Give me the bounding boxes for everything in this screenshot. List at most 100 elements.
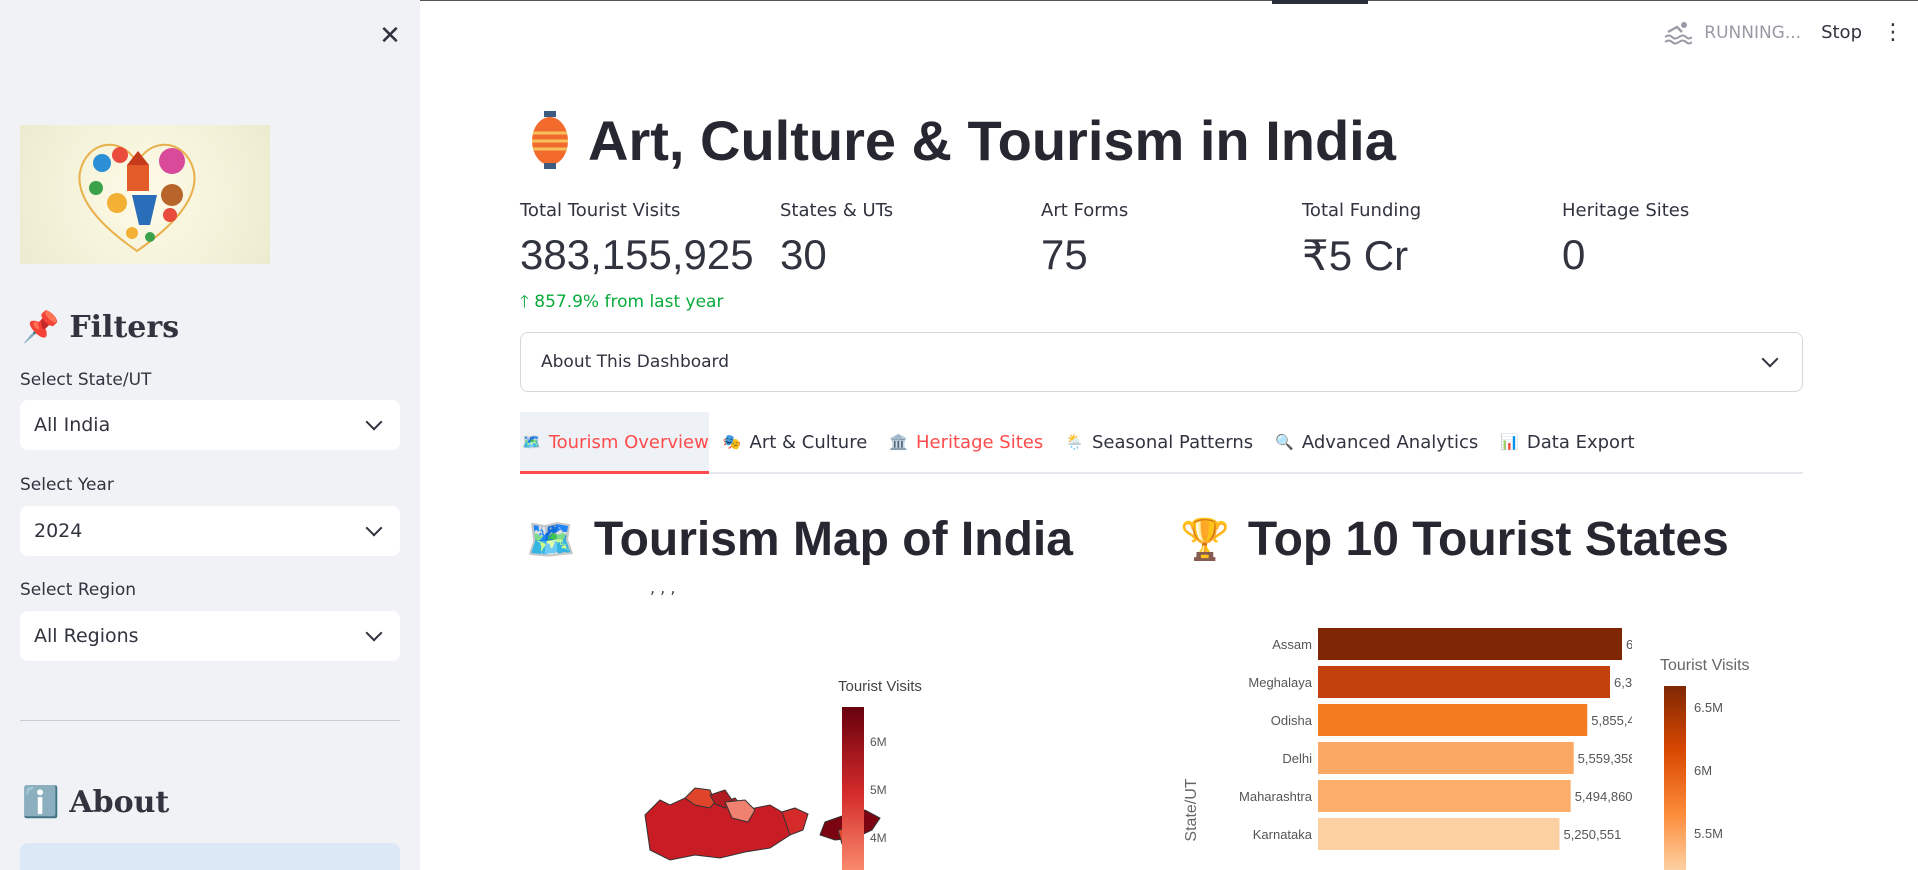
metric-label: Total Funding	[1302, 200, 1422, 221]
metric-funding: Total Funding ₹5 Cr	[1302, 200, 1421, 280]
chart-category-label: Assam	[1272, 637, 1312, 652]
metric-total-visits: Total Tourist Visits 383,155,925 🡑 857.9…	[520, 200, 754, 318]
running-status: RUNNING...	[1664, 21, 1801, 45]
chevron-down-icon	[365, 624, 383, 642]
metric-value: 0	[1562, 231, 1586, 278]
arrow-up-icon: 🡑	[520, 292, 535, 312]
stop-button[interactable]: Stop	[1821, 22, 1862, 43]
trophy-icon: 🏆	[1180, 517, 1230, 563]
chart-colorbar-tick: 5.5M	[1694, 826, 1723, 841]
year-select[interactable]: 2024	[20, 506, 400, 556]
chevron-down-icon	[365, 519, 383, 537]
chart-value-label: 6,35	[1614, 675, 1639, 690]
top-states-bar-chart[interactable]: State/UT Assam 6, Meghalaya 6,35 Odisha 5,855…	[1170, 620, 1804, 870]
metric-value: ₹5 Cr	[1302, 232, 1409, 279]
state-select[interactable]: All India	[20, 400, 400, 450]
region-select-label: Select Region	[20, 580, 137, 600]
chart-colorbar-tick: 6M	[1694, 763, 1712, 778]
metric-label: Heritage Sites	[1562, 200, 1690, 221]
chart-category-label: Maharashtra	[1239, 789, 1313, 804]
metric-label: Art Forms	[1041, 200, 1129, 221]
tab-seasonal-patterns[interactable]: 🌦️ Seasonal Patterns	[1063, 412, 1261, 472]
chart-value-label: 5,494,860	[1575, 789, 1633, 804]
chart-bar[interactable]	[1318, 780, 1571, 812]
chart-category-label: Meghalaya	[1248, 675, 1312, 690]
top-states-heading: 🏆 Top 10 Tourist States	[1180, 512, 1729, 567]
chart-value-label: 5,855,4ε	[1591, 713, 1640, 728]
about-info-box	[20, 843, 400, 870]
swimmer-icon	[1664, 21, 1693, 44]
tab-label: Heritage Sites	[915, 431, 1044, 453]
metric-label: States & UTs	[780, 200, 894, 221]
chart-value-label: 6,	[1626, 637, 1637, 652]
theater-masks-icon: 🎭	[722, 433, 742, 451]
about-dashboard-expander[interactable]: About This Dashboard	[520, 332, 1803, 392]
chart-bar[interactable]	[1318, 704, 1588, 736]
close-sidebar-icon[interactable]: ✕	[372, 18, 408, 54]
top-states-heading-text: Top 10 Tourist States	[1247, 513, 1729, 566]
chart-y-axis-label: State/UT	[1183, 778, 1200, 841]
chevron-down-icon	[1761, 350, 1779, 368]
tab-label: Advanced Analytics	[1301, 431, 1479, 453]
tab-art-culture[interactable]: 🎭 Art & Culture	[721, 412, 875, 472]
map-colorbar-tick: 4M	[870, 831, 887, 845]
classical-building-icon: 🏛️	[889, 433, 908, 451]
chart-category-label: Karnataka	[1253, 827, 1313, 842]
chart-colorbar-gradient	[1664, 686, 1686, 870]
map-colorbar-tick: 6M	[870, 735, 887, 749]
chart-category-label: Odisha	[1271, 713, 1313, 728]
metric-art-forms: Art Forms 75	[1041, 200, 1128, 279]
tab-heritage-sites[interactable]: 🏛️ Heritage Sites	[887, 412, 1051, 472]
magnifier-icon: 🔍	[1275, 433, 1294, 451]
tourism-map-heading-text: Tourism Map of India	[593, 513, 1073, 566]
tourism-map-heading: 🗺️ Tourism Map of India	[526, 512, 1073, 567]
metric-delta-text: 857.9% from last year	[534, 292, 724, 312]
filters-heading: 📌 Filters	[22, 310, 179, 345]
chart-category-label: Delhi	[1282, 751, 1312, 766]
heart-collage-icon	[78, 143, 196, 253]
about-heading-text: About	[69, 785, 170, 820]
tab-advanced-analytics[interactable]: 🔍 Advanced Analytics	[1273, 412, 1486, 472]
metric-value: 30	[780, 231, 827, 278]
metric-heritage: Heritage Sites 0	[1562, 200, 1689, 279]
info-icon: ℹ️	[22, 785, 60, 820]
page-title-text: Art, Culture & Tourism in India	[588, 109, 1396, 172]
chart-bars: Assam 6, Meghalaya 6,35 Odisha 5,855,4ε Delhi 5…	[1239, 628, 1640, 850]
india-tourism-map[interactable]: Tourist Visits 6M 5M 4M	[520, 590, 1120, 870]
about-heading: ℹ️ About	[22, 785, 169, 820]
tab-bar: 🗺️ Tourism Overview 🎭 Art & Culture 🏛️ Heri…	[520, 412, 1803, 474]
year-select-value: 2024	[34, 520, 83, 542]
map-icon: 🗺️	[522, 433, 541, 451]
expander-label: About This Dashboard	[541, 352, 730, 372]
chart-colorbar-title: Tourist Visits	[1660, 657, 1750, 674]
app-root: ✕ 📌 Filters Select State/UT All India Se…	[0, 0, 1918, 870]
chart-bar[interactable]	[1318, 666, 1611, 698]
tab-tourism-overview[interactable]: 🗺️ Tourism Overview	[520, 412, 709, 474]
chart-value-label: 5,559,358	[1578, 751, 1636, 766]
chart-value-label: 5,250,551	[1563, 827, 1621, 842]
sidebar-divider	[20, 720, 400, 721]
tourism-logo-image	[20, 125, 270, 264]
map-colorbar-gradient	[842, 707, 864, 870]
chart-bar[interactable]	[1318, 818, 1560, 850]
metric-value: 75	[1041, 231, 1088, 278]
region-select[interactable]: All Regions	[20, 611, 400, 661]
bar-chart-icon: 📊	[1500, 433, 1519, 451]
chart-colorbar: Tourist Visits 6.5M 6M 5.5M	[1660, 657, 1750, 870]
tab-label: Data Export	[1526, 431, 1635, 453]
main-menu-icon[interactable]: ⋮	[1882, 20, 1904, 45]
metric-states: States & UTs 30	[780, 200, 893, 279]
page-title: Art, Culture & Tourism in India	[530, 108, 1396, 173]
map-colorbar-title: Tourist Visits	[838, 678, 922, 695]
tab-label: Art & Culture	[749, 431, 868, 453]
state-select-value: All India	[34, 414, 111, 436]
sidebar: ✕ 📌 Filters Select State/UT All India Se…	[0, 0, 420, 870]
chart-bar[interactable]	[1318, 742, 1574, 774]
map-colorbar-tick: 5M	[870, 783, 887, 797]
chart-colorbar-tick: 6.5M	[1694, 700, 1723, 715]
app-header: RUNNING... Stop ⋮	[1664, 20, 1904, 45]
tab-data-export[interactable]: 📊 Data Export	[1498, 412, 1642, 472]
running-status-text: RUNNING...	[1704, 22, 1802, 43]
chart-bar[interactable]	[1318, 628, 1622, 660]
metric-label: Total Tourist Visits	[520, 200, 681, 221]
